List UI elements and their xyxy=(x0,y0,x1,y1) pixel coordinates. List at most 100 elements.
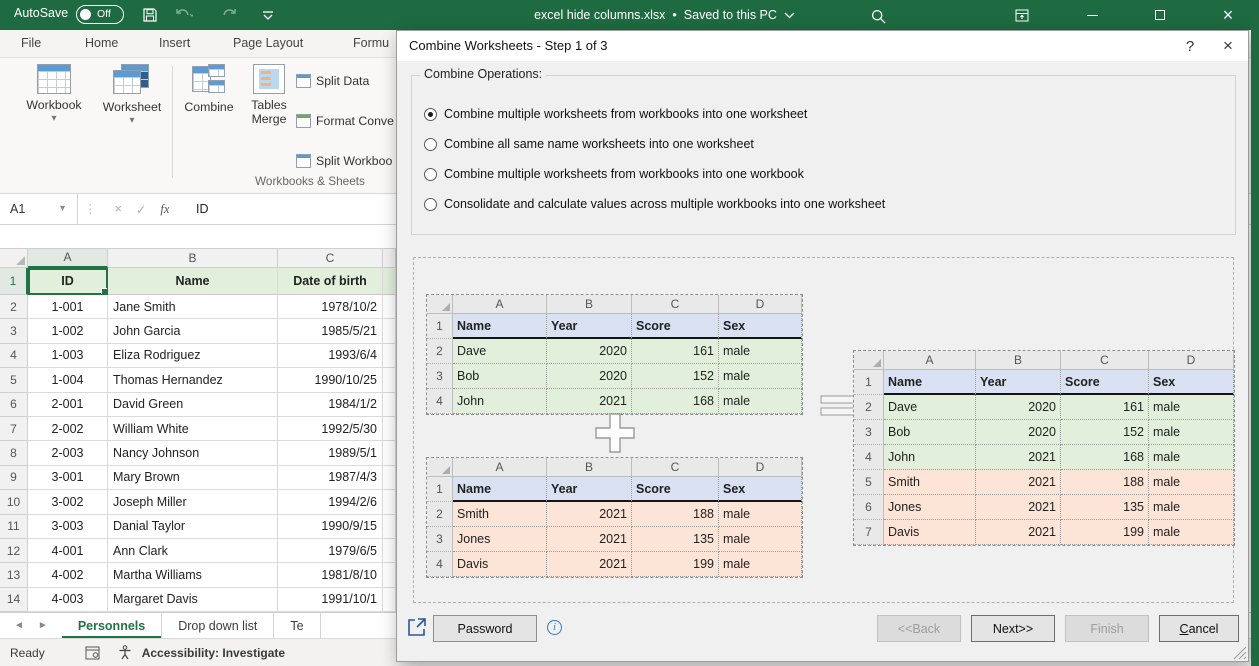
row-header-12[interactable]: 12 xyxy=(0,539,28,563)
cell[interactable]: John Garcia xyxy=(108,319,278,343)
cell-sliver[interactable] xyxy=(383,588,396,612)
cell[interactable]: 1987/4/3 xyxy=(278,466,383,490)
split-data-button[interactable]: Split Data xyxy=(296,70,369,92)
row-header-10[interactable]: 10 xyxy=(0,490,28,514)
column-header-A[interactable]: A xyxy=(28,248,108,268)
cell-sliver[interactable] xyxy=(383,344,396,368)
undo-icon[interactable] xyxy=(172,4,196,26)
maximize-button[interactable] xyxy=(1143,0,1177,30)
sheet-tab-te[interactable]: Te xyxy=(274,613,320,638)
cell[interactable]: Jane Smith xyxy=(108,295,278,319)
cell[interactable]: Mary Brown xyxy=(108,466,278,490)
row-header-4[interactable]: 4 xyxy=(0,344,28,368)
radio-icon[interactable] xyxy=(424,138,437,151)
dialog-close-button[interactable]: × xyxy=(1213,31,1243,61)
next-button[interactable]: Next>> xyxy=(971,615,1055,642)
cell[interactable]: 2-003 xyxy=(28,441,108,465)
save-icon[interactable] xyxy=(138,4,162,26)
radio-option-3[interactable]: Combine multiple worksheets from workboo… xyxy=(424,164,804,184)
cell[interactable]: 1991/10/1 xyxy=(278,588,383,612)
saved-status[interactable]: Saved to this PC xyxy=(684,8,777,22)
sheet-prev-icon[interactable]: ◄ xyxy=(14,620,24,631)
tab-insert[interactable]: Insert xyxy=(159,36,190,50)
row-header-11[interactable]: 11 xyxy=(0,515,28,539)
cell-sliver[interactable] xyxy=(383,368,396,392)
combine-button[interactable]: Combine xyxy=(178,64,240,114)
column-header-sliver[interactable] xyxy=(383,248,396,268)
sheet-next-icon[interactable]: ► xyxy=(38,620,48,631)
cell[interactable]: 1-002 xyxy=(28,319,108,343)
cell-sliver[interactable] xyxy=(383,441,396,465)
cancel-entry-icon[interactable]: × xyxy=(115,202,122,216)
cell[interactable]: Danial Taylor xyxy=(108,515,278,539)
column-header-B[interactable]: B xyxy=(108,248,278,268)
column-header-C[interactable]: C xyxy=(278,248,383,268)
tables-merge-button[interactable]: Tables Merge xyxy=(242,64,296,126)
ribbon-display-options-icon[interactable] xyxy=(1005,0,1039,30)
tab-formulas[interactable]: Formu xyxy=(353,36,389,50)
sheet-tab-drop-down-list[interactable]: Drop down list xyxy=(162,613,274,638)
password-button[interactable]: Password xyxy=(433,615,537,642)
cell[interactable]: 1990/10/25 xyxy=(278,368,383,392)
cell[interactable]: 3-002 xyxy=(28,490,108,514)
close-button[interactable]: × xyxy=(1211,0,1245,30)
row-header-8[interactable]: 8 xyxy=(0,441,28,465)
workbook-button[interactable]: Workbook ▾ xyxy=(16,64,92,124)
row-header-3[interactable]: 3 xyxy=(0,319,28,343)
customize-toolbar-icon[interactable] xyxy=(256,4,280,26)
name-box[interactable]: A1 xyxy=(0,194,78,224)
cell[interactable]: Date of birth xyxy=(278,268,383,295)
back-button[interactable]: <<Back xyxy=(877,615,961,642)
cell[interactable]: 1990/9/15 xyxy=(278,515,383,539)
cell-sliver[interactable] xyxy=(383,417,396,441)
finish-button[interactable]: Finish xyxy=(1065,615,1149,642)
dialog-help-button[interactable]: ? xyxy=(1175,31,1205,61)
sheet-tab-personnels[interactable]: Personnels xyxy=(62,613,162,638)
row-header-13[interactable]: 13 xyxy=(0,563,28,587)
cell[interactable]: Margaret Davis xyxy=(108,588,278,612)
row-header-14[interactable]: 14 xyxy=(0,588,28,612)
cell-sliver[interactable] xyxy=(383,490,396,514)
cell[interactable]: Name xyxy=(108,268,278,295)
row-header-5[interactable]: 5 xyxy=(0,368,28,392)
radio-option-4[interactable]: Consolidate and calculate values across … xyxy=(424,194,885,214)
format-converter-button[interactable]: Format Conve xyxy=(296,110,394,132)
cell-sliver[interactable] xyxy=(383,563,396,587)
redo-icon[interactable] xyxy=(216,4,240,26)
minimize-button[interactable] xyxy=(1075,0,1109,30)
cell-sliver[interactable] xyxy=(383,393,396,417)
row-header-1[interactable]: 1 xyxy=(0,268,28,295)
cell[interactable]: 1-003 xyxy=(28,344,108,368)
select-all-corner[interactable] xyxy=(0,248,28,268)
cell[interactable]: 2-002 xyxy=(28,417,108,441)
split-workbook-button[interactable]: Split Workboo xyxy=(296,150,392,172)
cell[interactable]: ID xyxy=(28,268,108,295)
cell-sliver[interactable] xyxy=(383,515,396,539)
cell-sliver[interactable] xyxy=(383,466,396,490)
cell[interactable]: Eliza Rodriguez xyxy=(108,344,278,368)
cell[interactable]: 1979/6/5 xyxy=(278,539,383,563)
cell-sliver[interactable] xyxy=(383,268,396,295)
formula-input[interactable]: ID xyxy=(196,194,209,224)
tab-page-layout[interactable]: Page Layout xyxy=(233,36,303,50)
cell-sliver[interactable] xyxy=(383,319,396,343)
info-icon[interactable]: i xyxy=(547,620,562,635)
cell[interactable]: David Green xyxy=(108,393,278,417)
radio-option-1[interactable]: Combine multiple worksheets from workboo… xyxy=(424,104,807,124)
cancel-button[interactable]: Cancel xyxy=(1159,615,1239,642)
cell[interactable]: Joseph Miller xyxy=(108,490,278,514)
cell[interactable]: 4-003 xyxy=(28,588,108,612)
title-chevron-down-icon[interactable] xyxy=(784,12,795,19)
cell[interactable]: 1-001 xyxy=(28,295,108,319)
name-box-dropdown-icon[interactable]: ▾ xyxy=(60,194,65,224)
row-header-9[interactable]: 9 xyxy=(0,466,28,490)
row-header-6[interactable]: 6 xyxy=(0,393,28,417)
cell[interactable]: 3-003 xyxy=(28,515,108,539)
cell[interactable]: 1992/5/30 xyxy=(278,417,383,441)
macro-record-icon[interactable] xyxy=(85,646,100,660)
cell[interactable]: Thomas Hernandez xyxy=(108,368,278,392)
external-link-icon[interactable] xyxy=(406,616,430,640)
accessibility-status[interactable]: Accessibility: Investigate xyxy=(142,646,285,660)
worksheet-button[interactable]: Worksheet ▾ xyxy=(94,64,170,126)
cell[interactable]: 2-001 xyxy=(28,393,108,417)
